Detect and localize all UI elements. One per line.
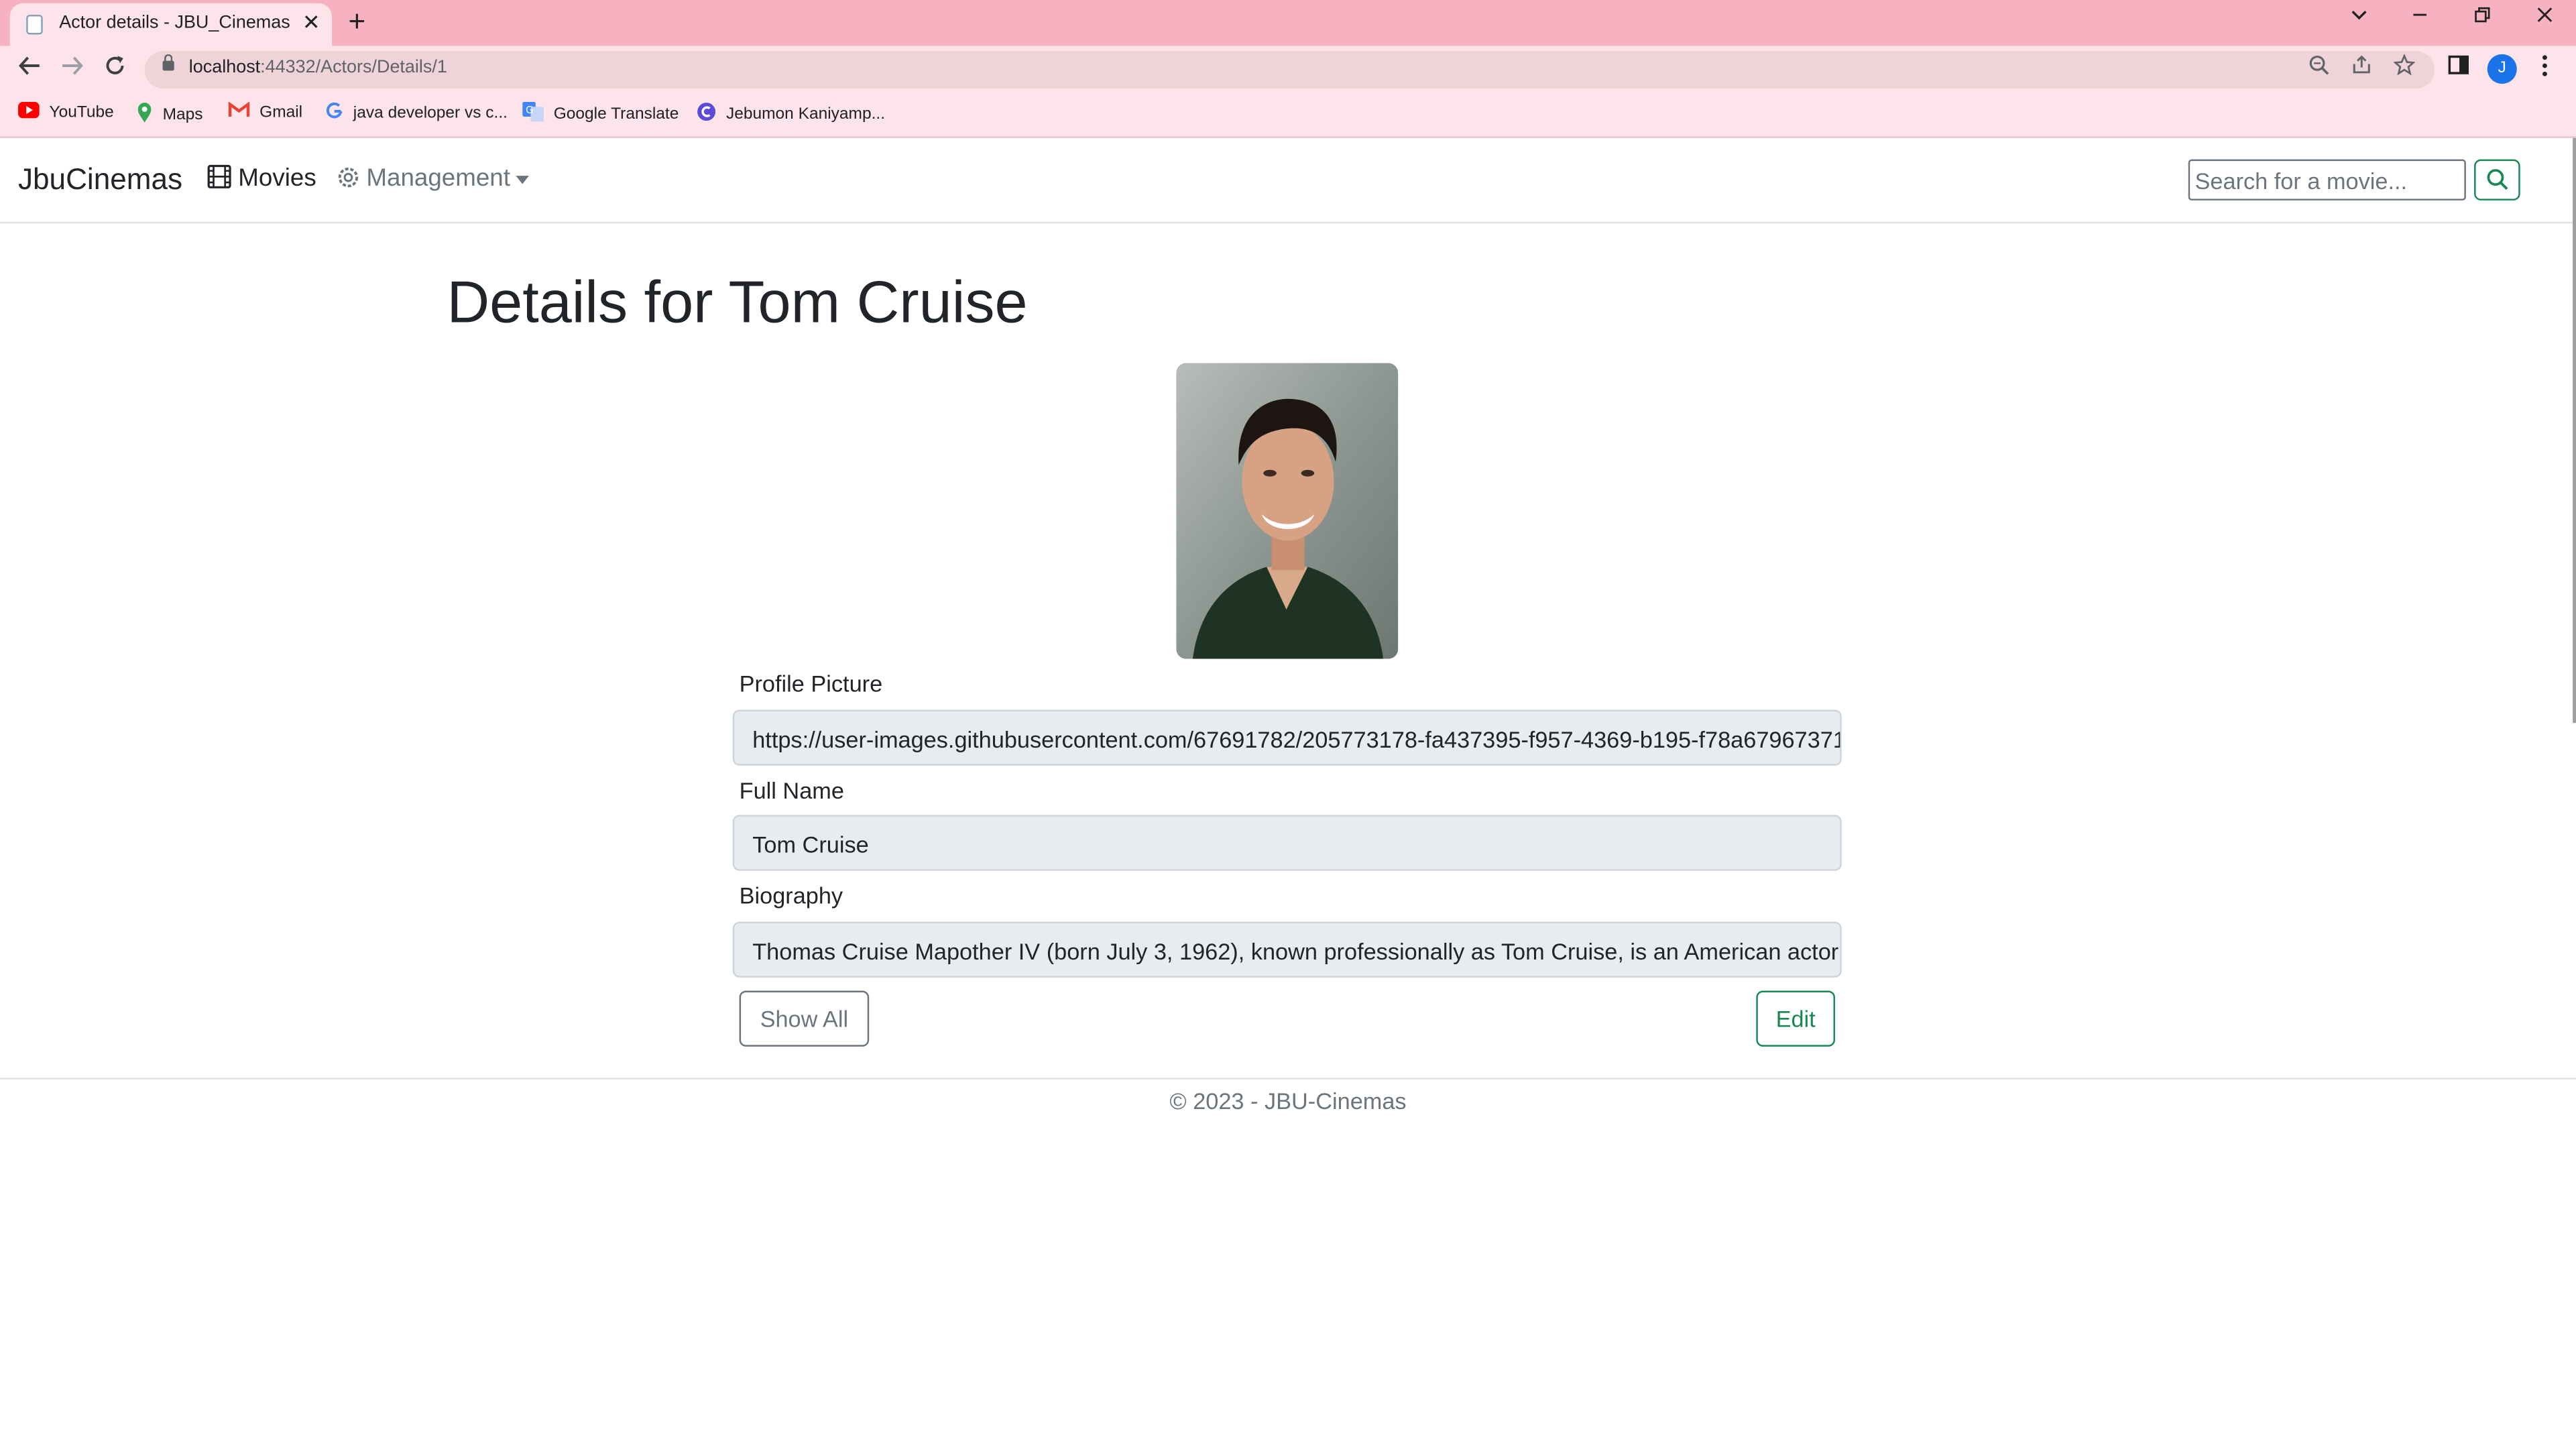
biography-field[interactable]: Thomas Cruise Mapother IV (born July 3, … bbox=[732, 921, 1842, 978]
side-panel-icon[interactable] bbox=[2448, 54, 2469, 84]
browser-toolbar: localhost:44332/Actors/Details/1 J bbox=[0, 46, 2576, 94]
tab-title: Actor details - JBU_Cinemas bbox=[59, 13, 290, 34]
footer-copyright: © 2023 - JBU-Cinemas bbox=[1169, 1088, 1407, 1114]
nav-management-dropdown[interactable]: Management bbox=[337, 164, 528, 196]
youtube-icon bbox=[17, 101, 40, 123]
bookmark-youtube[interactable]: YouTube bbox=[17, 101, 114, 123]
nav-movies-link[interactable]: Movies bbox=[207, 164, 316, 196]
chevron-down-icon bbox=[515, 175, 528, 184]
url-text: localhost:44332/Actors/Details/1 bbox=[188, 57, 447, 78]
close-tab-icon[interactable]: ✕ bbox=[302, 10, 320, 36]
profile-avatar[interactable]: J bbox=[2487, 54, 2517, 84]
page-icon bbox=[26, 15, 43, 35]
bookmark-star-icon[interactable] bbox=[2393, 53, 2416, 80]
bookmark-gmail[interactable]: Gmail bbox=[228, 101, 302, 123]
new-tab-icon[interactable]: + bbox=[348, 5, 365, 38]
address-bar[interactable]: localhost:44332/Actors/Details/1 bbox=[144, 50, 2435, 89]
reload-icon[interactable] bbox=[103, 54, 126, 86]
share-icon[interactable] bbox=[2351, 54, 2372, 80]
forward-icon[interactable] bbox=[61, 54, 84, 86]
gear-icon bbox=[337, 166, 359, 195]
profile-picture-label: Profile Picture bbox=[739, 670, 883, 697]
browser-window: Actor details - JBU_Cinemas ✕ + localhos… bbox=[0, 0, 2576, 1449]
back-icon[interactable] bbox=[18, 54, 41, 86]
footer: © 2023 - JBU-Cinemas bbox=[0, 1078, 2576, 1128]
tab-strip: Actor details - JBU_Cinemas ✕ + bbox=[0, 0, 2576, 46]
profile-picture-field[interactable]: https://user-images.githubusercontent.co… bbox=[732, 709, 1842, 766]
show-all-button[interactable]: Show All bbox=[739, 990, 870, 1047]
google-g-icon bbox=[325, 102, 343, 125]
page-title: Details for Tom Cruise bbox=[447, 268, 1028, 335]
maps-pin-icon bbox=[136, 102, 153, 128]
menu-kebab-icon[interactable] bbox=[2538, 54, 2552, 86]
restore-icon[interactable] bbox=[2473, 5, 2492, 30]
close-window-icon[interactable] bbox=[2535, 5, 2555, 30]
lock-icon bbox=[162, 54, 174, 71]
tab-search-chevron-icon[interactable] bbox=[2349, 5, 2369, 30]
search-input[interactable] bbox=[2188, 159, 2466, 200]
actor-photo bbox=[1176, 363, 1399, 659]
search-button[interactable] bbox=[2474, 159, 2520, 200]
bookmark-google-translate[interactable]: G Google Translate bbox=[522, 101, 679, 127]
minimize-icon[interactable] bbox=[2410, 5, 2430, 30]
site-navbar: JbuCinemas Movies Management bbox=[0, 137, 2576, 224]
translate-icon: G bbox=[522, 101, 544, 127]
site-logo-icon bbox=[697, 102, 716, 127]
bookmark-java-developer[interactable]: java developer vs c... bbox=[325, 102, 508, 125]
biography-label: Biography bbox=[739, 882, 843, 909]
page-scrollbar[interactable] bbox=[2573, 137, 2576, 723]
gmail-icon bbox=[228, 101, 250, 123]
bookmark-maps[interactable]: Maps bbox=[136, 102, 202, 128]
full-name-label: Full Name bbox=[739, 776, 844, 804]
edit-button[interactable]: Edit bbox=[1756, 990, 1835, 1047]
search-icon bbox=[2485, 168, 2508, 199]
full-name-field[interactable]: Tom Cruise bbox=[732, 815, 1842, 871]
svg-text:G: G bbox=[526, 105, 533, 116]
film-icon bbox=[207, 164, 232, 196]
active-tab[interactable]: Actor details - JBU_Cinemas ✕ bbox=[9, 3, 332, 46]
bookmarks-bar: YouTube Maps Gmail java developer vs c..… bbox=[0, 93, 2576, 138]
zoom-icon[interactable] bbox=[2308, 54, 2330, 80]
brand-link[interactable]: JbuCinemas bbox=[18, 163, 182, 197]
bookmark-jebumon[interactable]: Jebumon Kaniyamp... bbox=[697, 102, 885, 127]
